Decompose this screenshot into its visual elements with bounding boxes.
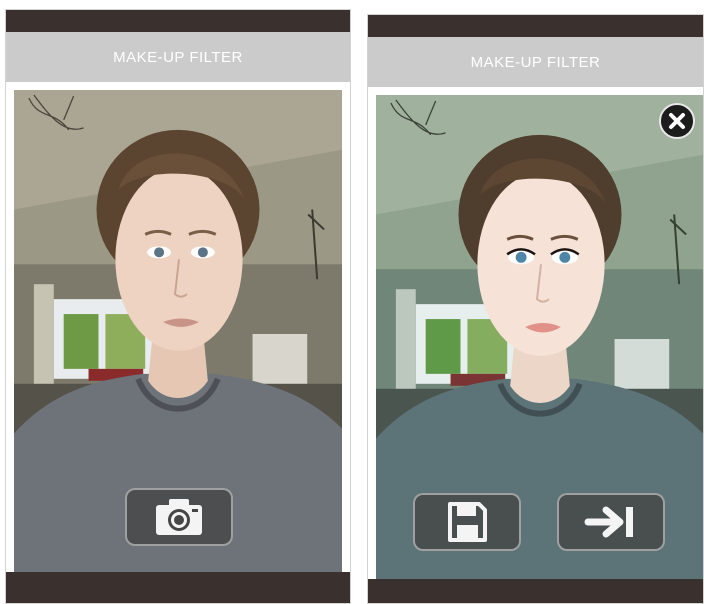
- close-icon: [669, 113, 685, 129]
- save-icon: [448, 502, 487, 542]
- camera-icon: [156, 499, 202, 535]
- bottom-bar: [6, 572, 350, 603]
- screen-title: MAKE-UP FILTER: [368, 37, 703, 87]
- screen-title: MAKE-UP FILTER: [6, 32, 350, 82]
- arrow-right-bar-icon: [584, 506, 633, 538]
- camera-preview: [14, 90, 342, 572]
- save-button[interactable]: [413, 493, 521, 551]
- bottom-bar: [368, 579, 703, 603]
- filtered-preview: [376, 95, 703, 579]
- next-button[interactable]: [557, 493, 665, 551]
- camera-capture-button[interactable]: [125, 488, 233, 546]
- filtered-screen: MAKE-UP FILTER: [367, 14, 704, 604]
- status-bar: [368, 15, 703, 37]
- status-bar: [6, 10, 350, 32]
- close-button[interactable]: [659, 103, 695, 139]
- original-screen: MAKE-UP FILTER: [5, 9, 351, 604]
